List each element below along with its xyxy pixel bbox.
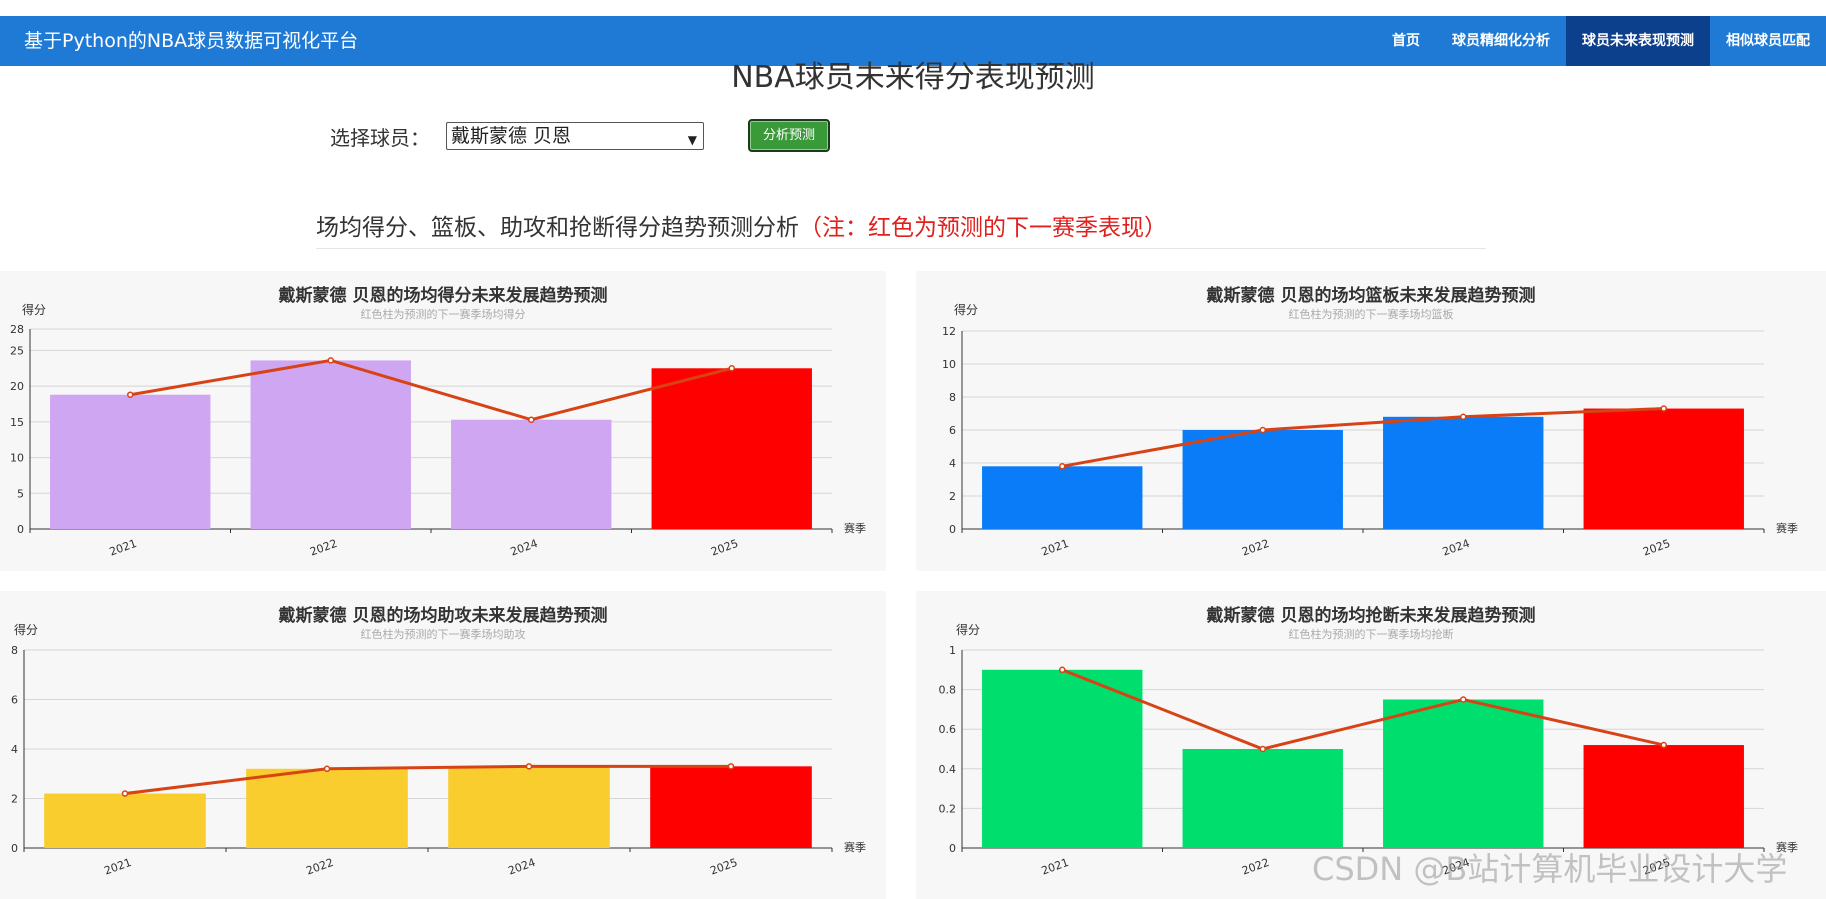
y-tick-label: 0 [949,842,956,855]
player-select-label: 选择球员： [330,125,430,150]
chart-panel-assists: 戴斯蒙德 贝恩的场均助攻未来发展趋势预测 红色柱为预测的下一赛季场均助攻 得分 0 2 4… [0,591,886,899]
trend-point [121,790,129,797]
y-tick-label: 2 [11,793,18,806]
trend-point [327,357,334,364]
y-tick-label: 0 [17,523,24,536]
bar [982,669,1143,848]
bar [1182,749,1343,848]
analyze-predict-button[interactable]: 分析预测 [748,119,830,152]
trend-line [129,358,733,422]
trend-point [727,763,735,770]
x-tick-label: 2025 [1641,537,1672,559]
x-tick-label: 2024 [506,856,537,878]
bar [1383,416,1544,529]
y-tick-label: 5 [17,487,24,500]
trend-line [1061,668,1665,751]
y-tick-label: 10 [942,358,956,371]
y-tick-label: 0.2 [939,802,957,815]
trend-point [323,765,331,773]
section-heading-text: 场均得分、篮板、助攻和抢断得分趋势预测分析 [316,215,799,241]
x-tick-label: 2024 [1441,537,1472,559]
y-tick-label: 20 [10,380,24,393]
y-tick-label: 8 [949,391,956,404]
chart-svg: 0 2 4 6 8 10 12 2021 2022 2024 2025 赛季 [942,325,1798,559]
trend-point [1660,405,1667,412]
trend-point [1259,745,1266,753]
x-tick-label: 2021 [108,537,139,559]
bar [448,766,610,848]
x-axis-name: 赛季 [844,840,866,854]
chart-svg: 0 2 4 6 8 2021 2022 2024 2025 赛季 [11,644,866,878]
y-tick-label: 6 [949,424,956,437]
section-heading: 场均得分、篮板、助攻和抢断得分趋势预测分析（注：红色为预测的下一赛季表现） [316,208,1167,242]
x-tick-label: 2021 [102,856,133,878]
chart-svg: 0510152025282021 2022 2024 2025赛季 [10,323,866,559]
x-tick-label: 2021 [1040,856,1071,878]
y-tick-label: 4 [949,457,956,470]
bar [1182,430,1343,529]
x-tick-label: 2025 [708,856,739,878]
y-tick-label: 25 [10,344,24,357]
y-tick-label: 2 [949,490,956,503]
y-tick-label: 4 [11,743,18,756]
player-select-value: 戴斯蒙德 贝恩 [451,125,572,147]
x-tick-label: 2024 [509,537,540,559]
y-tick-label: 10 [10,452,24,465]
page-title: NBA球员未来得分表现预测 [731,60,1095,95]
x-tick-label: 2022 [1240,856,1271,878]
x-axis-name: 赛季 [844,521,866,535]
y-tick-label: 0 [949,523,956,536]
watermark-text: CSDN @B站计算机毕业设计大学 [1312,850,1788,888]
y-tick-label: 0.6 [939,723,957,736]
bar [246,768,408,848]
chart-panel-rebounds: 戴斯蒙德 贝恩的场均篮板未来发展趋势预测 红色柱为预测的下一赛季场均篮板 得分 0 2 4… [916,271,1826,571]
browser-top-strip [0,0,1826,16]
chart-panel-points: 戴斯蒙德 贝恩的场均得分未来发展趋势预测 红色柱为预测的下一赛季场均得分 得分 0 5 1… [0,271,886,571]
section-divider [316,248,1486,249]
predicted-bar [651,368,812,529]
y-tick-label: 12 [942,325,956,338]
trend-point [1259,426,1266,434]
y-tick-label: 8 [11,644,18,657]
x-axis-name: 赛季 [1776,521,1798,535]
trend-point [1660,741,1667,749]
y-tick-label: 0 [11,842,18,855]
trend-point [1059,463,1066,470]
x-tick-label: 2022 [304,856,335,878]
x-tick-label: 2021 [1040,537,1071,559]
x-tick-label: 2022 [1240,537,1271,559]
trend-point [728,365,735,372]
y-tick-label: 28 [10,323,24,336]
trend-point [525,763,533,770]
trend-point [1460,413,1467,421]
bar [451,419,612,529]
player-select[interactable]: 戴斯蒙德 贝恩 ▼ [446,122,704,150]
bar [1383,699,1544,848]
bar [44,793,206,848]
trend-point [528,416,535,423]
x-tick-label: 2022 [308,537,339,559]
x-tick-label: 2025 [709,537,740,559]
y-tick-label: 0.8 [939,684,957,697]
trend-point [1460,696,1467,703]
y-tick-label: 0.4 [939,763,957,776]
predicted-bar [1583,408,1744,529]
predicted-bar [1583,745,1744,848]
player-selector-row: 选择球员： 戴斯蒙德 贝恩 ▼ [330,116,704,156]
trend-point [1059,666,1066,674]
section-heading-note: （注：红色为预测的下一赛季表现） [799,215,1167,241]
y-tick-label: 1 [949,644,956,657]
trend-point [127,391,134,398]
bar [250,360,411,529]
trend-line [1061,407,1664,468]
y-tick-label: 6 [11,694,18,707]
bar [982,466,1143,529]
trend-line [124,764,731,796]
y-tick-label: 15 [10,416,24,429]
bar [50,394,211,529]
chevron-down-icon: ▼ [687,133,697,147]
predicted-bar [650,766,812,848]
